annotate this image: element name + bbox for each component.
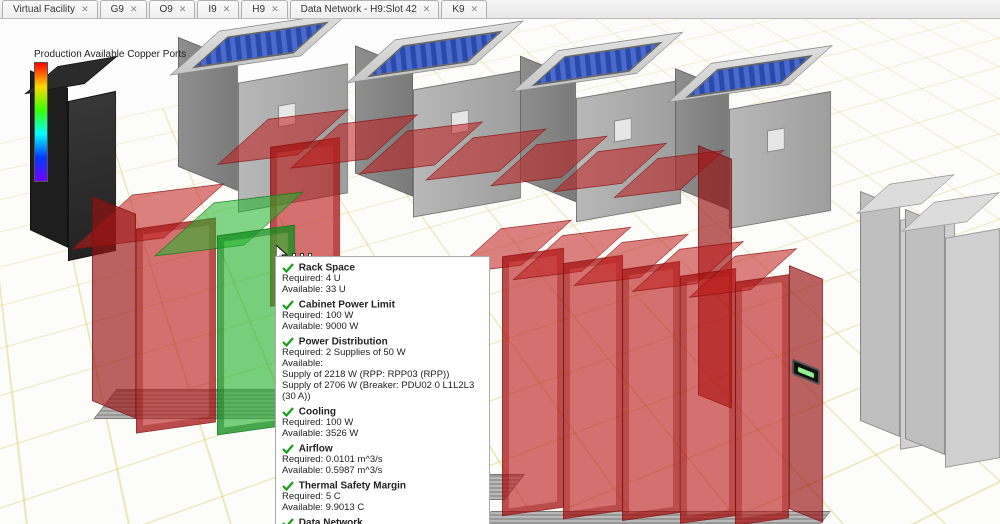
tooltip-section-title: Data Network — [299, 517, 363, 524]
close-icon[interactable]: ✕ — [81, 4, 89, 15]
tab-label: Virtual Facility — [13, 4, 75, 15]
close-icon[interactable]: ✕ — [423, 4, 431, 15]
tab-g9[interactable]: G9 ✕ — [100, 0, 147, 18]
check-icon — [282, 443, 294, 455]
rack-capacity-tooltip: Rack Space Required: 4 U Available: 33 U… — [275, 256, 490, 524]
tooltip-value: Available: 33 U — [282, 285, 483, 296]
tooltip-section-title: Power Distribution — [299, 336, 388, 347]
tooltip-section-title: Rack Space — [299, 262, 355, 273]
tab-label: K9 — [452, 4, 464, 15]
tooltip-value: Available: 9000 W — [282, 322, 483, 333]
tab-label: H9 — [252, 4, 265, 15]
tooltip-section-title: Cabinet Power Limit — [299, 299, 395, 310]
check-icon — [282, 406, 294, 418]
close-icon[interactable]: ✕ — [130, 4, 138, 15]
check-icon — [282, 517, 294, 524]
tooltip-value: Available: 0.5987 m^3/s — [282, 466, 483, 477]
check-icon — [282, 480, 294, 492]
tooltip-value: Available: 3526 W — [282, 429, 483, 440]
tab-label: G9 — [111, 4, 124, 15]
tooltip-section-title: Airflow — [299, 443, 333, 454]
tab-h9[interactable]: H9 ✕ — [241, 0, 287, 18]
tab-k9[interactable]: K9 ✕ — [441, 0, 487, 18]
tab-data-network[interactable]: Data Network - H9:Slot 42 ✕ — [290, 0, 440, 18]
close-icon[interactable]: ✕ — [223, 4, 231, 15]
close-icon[interactable]: ✕ — [179, 4, 187, 15]
legend-title: Production Available Copper Ports — [34, 49, 234, 60]
tab-virtual-facility[interactable]: Virtual Facility ✕ — [2, 0, 98, 18]
tooltip-value: Supply of 2706 W (Breaker: PDU02 0 L1L2L… — [282, 381, 483, 403]
tab-o9[interactable]: O9 ✕ — [149, 0, 196, 18]
legend: Production Available Copper Ports — [34, 49, 234, 182]
tab-i9[interactable]: I9 ✕ — [197, 0, 239, 18]
tooltip-value: Available: 9.9013 C — [282, 503, 483, 514]
viewport-3d[interactable]: Production Available Copper Ports Rack S… — [0, 19, 1000, 524]
tooltip-section-title: Cooling — [299, 406, 336, 417]
tooltip-section-title: Thermal Safety Margin — [299, 480, 406, 491]
close-icon[interactable]: ✕ — [471, 4, 479, 15]
tab-label: Data Network - H9:Slot 42 — [301, 4, 417, 15]
close-icon[interactable]: ✕ — [271, 4, 279, 15]
legend-gradient — [34, 62, 48, 182]
tab-label: I9 — [208, 4, 216, 15]
tab-label: O9 — [160, 4, 173, 15]
tab-bar: Virtual Facility ✕ G9 ✕ O9 ✕ I9 ✕ H9 ✕ D… — [0, 0, 1000, 19]
